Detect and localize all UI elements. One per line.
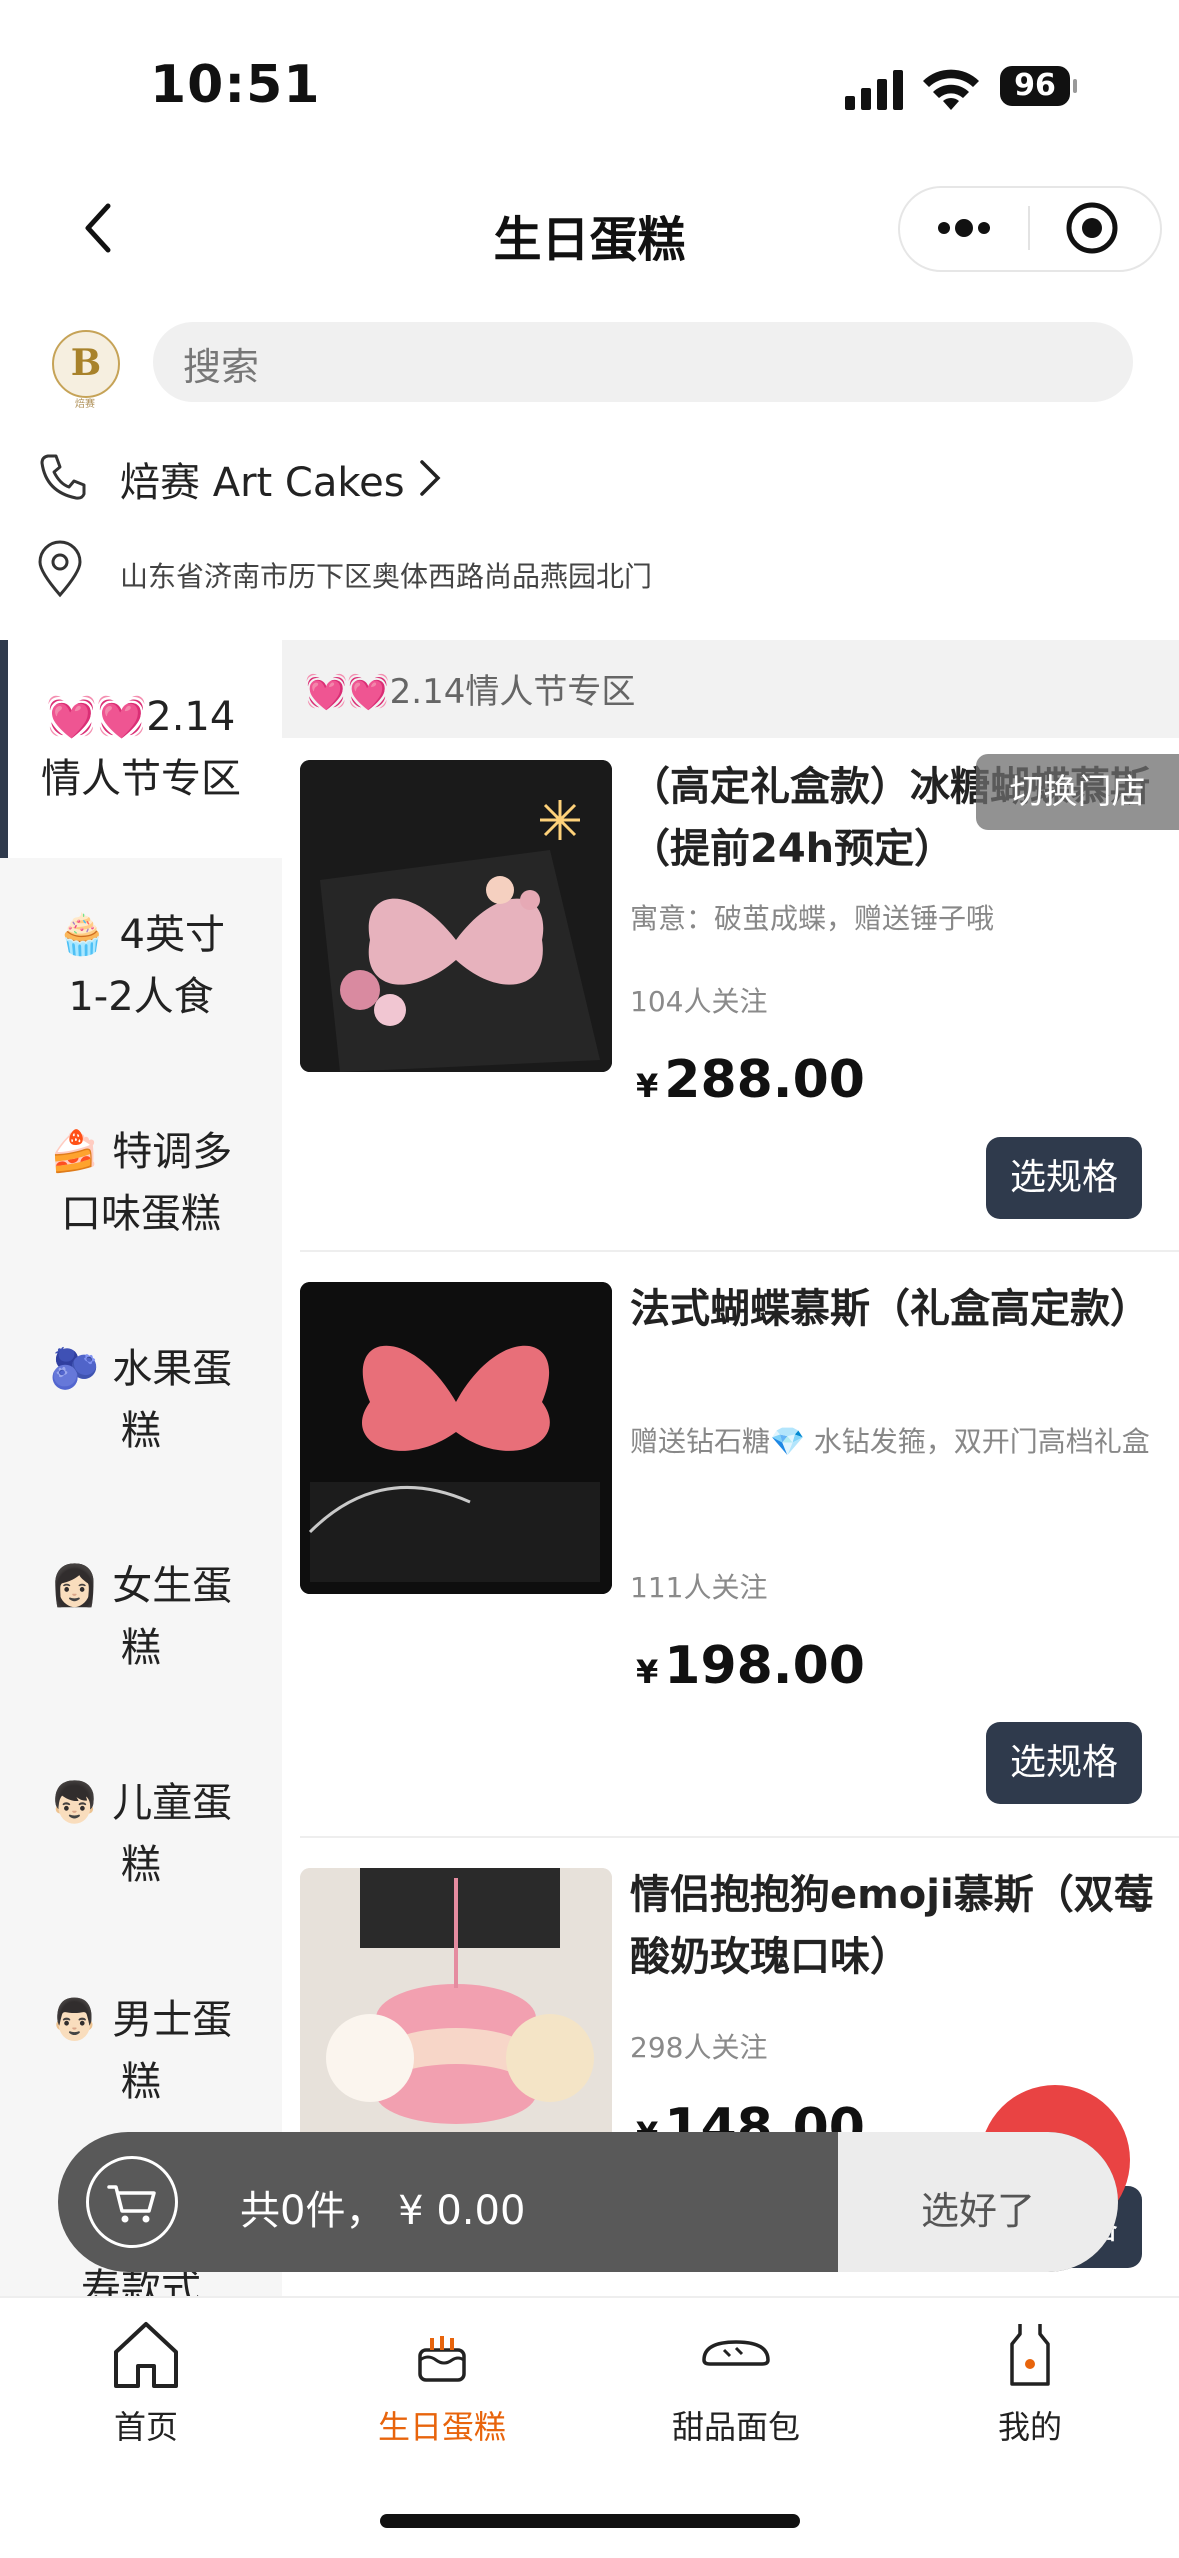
search-input[interactable] [153, 322, 1133, 402]
sidebar-item-label: 4英寸 [119, 912, 225, 958]
hearts-icon: 💓💓 [46, 694, 147, 740]
sidebar-item-valentines[interactable]: 💓💓2.14 情人节专区 [0, 686, 282, 810]
home-icon [114, 2322, 178, 2388]
battery-indicator: 96 [1000, 66, 1077, 106]
tab-label: 甜品面包 [671, 2408, 800, 2446]
sidebar-item-label: 糕 [121, 1625, 161, 1671]
product-follow-count: 298人关注 [630, 2031, 768, 2064]
tab-label: 首页 [113, 2408, 178, 2446]
sidebar-item-girls[interactable]: 👩🏻 女生蛋 糕 [0, 1555, 282, 1679]
switch-store-button[interactable]: 切换门店 [976, 754, 1179, 830]
tab-label: 生日蛋糕 [377, 2408, 506, 2446]
select-spec-button[interactable]: 选规格 [986, 1137, 1142, 1219]
sidebar-item-label: 水果蛋 [112, 1346, 233, 1392]
sidebar-item-kids[interactable]: 👦🏻 儿童蛋 糕 [0, 1772, 282, 1896]
sidebar-item-label: 男士蛋 [112, 1997, 233, 2043]
currency-symbol: ¥ [636, 1653, 659, 1691]
cake-icon [418, 2336, 466, 2382]
store-address: 山东省济南市历下区奥体西路尚品燕园北门 [120, 560, 653, 593]
sidebar-item-label: 糕 [121, 1842, 161, 1888]
product-description: 赠送钻石糖💎 水钻发箍，双开门高档礼盒 [630, 1425, 1150, 1458]
product-title[interactable]: 法式蝴蝶慕斯（礼盒高定款） [630, 1278, 1170, 1340]
man-icon: 👨🏻 [49, 1997, 100, 2043]
sidebar-item-label: 1-2人食 [68, 974, 214, 1020]
product-image[interactable] [300, 1282, 612, 1594]
cupcake-icon: 🧁 [57, 912, 107, 958]
store-name-link[interactable]: 焙赛 Art Cakes [120, 450, 405, 508]
cart-icon-button[interactable] [86, 2156, 178, 2248]
sidebar-item-label: 口味蛋糕 [61, 1191, 221, 1237]
sidebar-item-multi-flavor[interactable]: 🍰 特调多 口味蛋糕 [0, 1121, 282, 1245]
close-target-icon[interactable] [1064, 200, 1120, 256]
divider [300, 1250, 1179, 1252]
cellular-signal-icon [845, 70, 903, 110]
product-image[interactable] [300, 760, 612, 1072]
cake-slice-icon: 🍰 [49, 1129, 100, 1175]
location-pin-icon [38, 540, 82, 598]
brand-logo-caption: 焙赛 [75, 399, 95, 410]
price-value: 198.00 [664, 1636, 865, 1696]
sidebar-item-4inch[interactable]: 🧁 4英寸 1-2人食 [0, 904, 282, 1028]
home-indicator [380, 2514, 800, 2528]
product-description: 寓意：破茧成蝶，赠送锤子哦 [630, 902, 995, 935]
brand-logo: B [52, 330, 120, 398]
product-image[interactable] [300, 1868, 612, 2132]
product-follow-count: 111人关注 [630, 1571, 768, 1604]
sidebar-item-label: 特调多 [112, 1129, 233, 1175]
product-follow-count: 104人关注 [630, 985, 768, 1018]
product-price: ¥198.00 [636, 1636, 865, 1696]
checkout-label: 选好了 [920, 2189, 1035, 2233]
divider [300, 1836, 1179, 1838]
sidebar-item-men[interactable]: 👨🏻 男士蛋 糕 [0, 1989, 282, 2113]
tab-home[interactable]: 首页 [46, 2314, 246, 2448]
product-title[interactable]: 情侣抱抱狗emoji慕斯（双莓酸奶玫瑰口味） [630, 1864, 1170, 1988]
sidebar-item-label: 2.14 [146, 694, 236, 740]
shopping-cart-icon [107, 2185, 156, 2223]
section-title: 💓💓2.14情人节专区 [305, 672, 636, 712]
woman-icon: 👩🏻 [49, 1563, 100, 1609]
sidebar-item-label: 情人节专区 [41, 756, 241, 802]
sidebar-item-label: 儿童蛋 [112, 1780, 233, 1826]
tab-birthday-cake[interactable]: 生日蛋糕 [342, 2314, 542, 2448]
currency-symbol: ¥ [636, 1067, 659, 1105]
boy-icon: 👦🏻 [49, 1780, 100, 1826]
sidebar-item-label: 糕 [121, 2059, 161, 2105]
product-price: ¥288.00 [636, 1050, 865, 1110]
select-spec-button[interactable]: 选规格 [986, 1722, 1142, 1804]
price-value: 288.00 [664, 1050, 865, 1110]
more-dots-icon[interactable] [934, 212, 994, 244]
sidebar-item-label: 糕 [121, 1408, 161, 1454]
capsule-divider [1028, 206, 1030, 250]
status-time: 10:51 [150, 55, 321, 115]
sidebar-item-label: 女生蛋 [112, 1563, 233, 1609]
blueberries-icon: 🫐 [49, 1346, 100, 1392]
tab-label: 我的 [997, 2408, 1062, 2446]
apron-icon [1010, 2324, 1050, 2386]
search-placeholder: 搜索 [183, 345, 260, 389]
bread-icon [702, 2340, 770, 2366]
sidebar-item-fruit[interactable]: 🫐 水果蛋 糕 [0, 1338, 282, 1462]
tab-desserts-bread[interactable]: 甜品面包 [636, 2314, 836, 2448]
wifi-icon [923, 69, 979, 110]
tab-mine[interactable]: 我的 [930, 2314, 1130, 2448]
cart-summary: 共0件， ¥ 0.00 [240, 2188, 526, 2234]
chevron-right-icon [420, 460, 441, 496]
phone-icon[interactable] [38, 452, 88, 502]
